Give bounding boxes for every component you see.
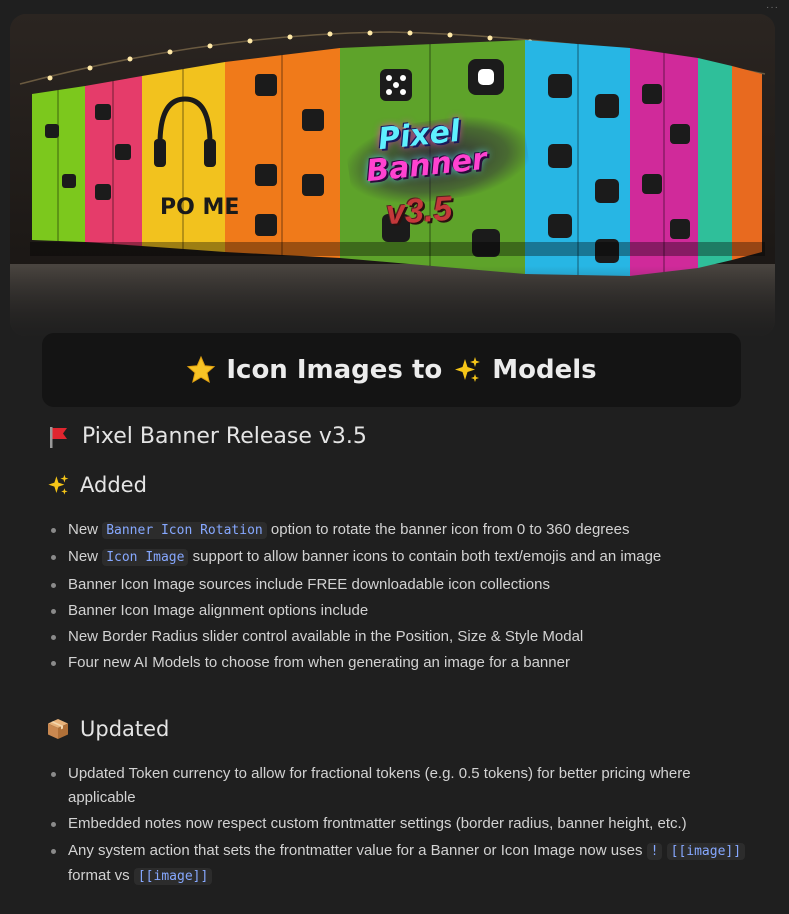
- inline-code: [[image]]: [133, 867, 213, 885]
- list-item-text: Any system action that sets the frontmat…: [68, 841, 643, 859]
- added-heading-text: Added: [80, 473, 147, 497]
- inline-code: Icon Image: [102, 549, 189, 567]
- banner-image: PO ME Pixel Banner v3.5: [10, 14, 775, 336]
- banner-title-card: Icon Images to Models: [42, 333, 741, 407]
- note-page: ··· PO ME Pixel Banner v3.5 Icon Images …: [0, 0, 789, 914]
- list-item: New Border Radius slider control availab…: [48, 625, 748, 649]
- sparkles-icon: [48, 474, 69, 495]
- release-heading-text: Pixel Banner Release v3.5: [82, 424, 367, 449]
- more-options-icon[interactable]: ···: [766, 2, 779, 13]
- red-flag-icon: [50, 426, 67, 448]
- list-item-text: option to rotate the banner icon from 0 …: [270, 521, 630, 538]
- updated-heading: Updated: [46, 717, 169, 741]
- list-item-text: New: [68, 548, 99, 566]
- star-emoji-icon: [187, 355, 216, 384]
- sparkles-emoji-icon: [455, 357, 481, 382]
- list-item-text: support to allow banner icons to contain…: [192, 548, 662, 566]
- list-item: Updated Token currency to allow for frac…: [48, 762, 748, 810]
- list-item-text: New: [68, 521, 99, 538]
- list-item: Banner Icon Image alignment options incl…: [48, 599, 748, 623]
- top-bar: ···: [0, 0, 789, 14]
- list-item: Any system action that sets the frontmat…: [48, 839, 748, 889]
- pixel-banner-logo: Pixel Banner v3.5: [343, 107, 533, 242]
- list-item: New Banner Icon Rotation option to rotat…: [48, 518, 748, 543]
- logo-version: v3.5: [384, 189, 454, 233]
- package-icon: [48, 719, 68, 739]
- list-item-text: format vs: [68, 866, 130, 884]
- inline-code: [[image]]: [666, 842, 746, 860]
- added-list: New Banner Icon Rotation option to rotat…: [48, 518, 748, 678]
- list-item: New Icon Image support to allow banner i…: [48, 545, 748, 570]
- title-text-after: Models: [492, 355, 597, 385]
- updated-list: Updated Token currency to allow for frac…: [48, 762, 748, 891]
- inline-code: Banner Icon Rotation: [102, 522, 267, 539]
- list-item: Embedded notes now respect custom frontm…: [48, 812, 748, 836]
- title-text-before: Icon Images to: [226, 355, 443, 385]
- release-heading: Pixel Banner Release v3.5: [46, 424, 367, 449]
- updated-heading-text: Updated: [80, 717, 170, 741]
- svg-text:PO ME: PO ME: [160, 195, 239, 220]
- list-item: Four new AI Models to choose from when g…: [48, 651, 748, 675]
- banner-title: Icon Images to Models: [186, 355, 597, 385]
- list-item: Banner Icon Image sources include FREE d…: [48, 573, 748, 597]
- added-heading: Added: [46, 473, 147, 497]
- inline-code: !: [646, 842, 663, 860]
